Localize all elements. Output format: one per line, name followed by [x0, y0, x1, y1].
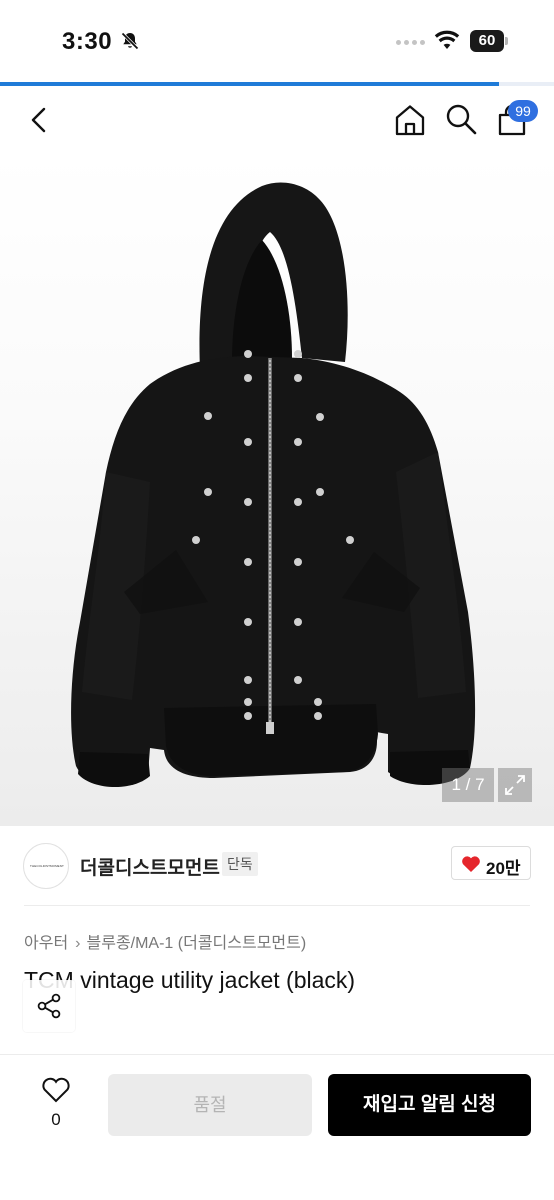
breadcrumb: 아우터 › 블루종/MA-1 (더콜디스트모먼트) [24, 929, 306, 953]
brand-logo[interactable]: THECOLDISTMOMENT [23, 843, 69, 889]
chevron-left-icon[interactable] [24, 104, 56, 136]
battery-icon: 60 [470, 30, 508, 52]
product-image-gallery[interactable]: 1 / 7 [0, 152, 554, 826]
signal-icon [396, 40, 425, 45]
cart-count-badge: 99 [508, 100, 538, 122]
bottom-action-bar: 0 품절 재입고 알림 신청 [0, 1054, 554, 1200]
share-button[interactable] [23, 980, 75, 1032]
brand-like-count: 20만 [486, 859, 521, 878]
wishlist-button[interactable]: 0 [32, 1077, 80, 1135]
status-time: 3:30 [62, 28, 113, 55]
search-icon[interactable] [444, 102, 478, 136]
bell-slash-icon [121, 32, 139, 50]
status-bar: 3:30 60 [0, 0, 554, 80]
home-icon[interactable] [392, 102, 428, 138]
soldout-button[interactable]: 품절 [108, 1074, 312, 1136]
breadcrumb-subcategory[interactable]: 블루종/MA-1 (더콜디스트모먼트) [87, 935, 307, 952]
page-load-progress [0, 82, 554, 86]
expand-icon[interactable] [498, 768, 532, 802]
jacket-photo [71, 182, 476, 788]
brand-row: THECOLDISTMOMENT 더콜디스트모먼트 단독 20만 [0, 826, 554, 906]
heart-outline-icon [42, 1077, 70, 1103]
exclusive-badge: 단독 [222, 852, 258, 876]
brand-logo-text: THECOLDISTMOMENT [30, 864, 64, 868]
chevron-right-icon: › [75, 935, 81, 952]
page-load-progress-fill [0, 82, 499, 86]
brand-name[interactable]: 더콜디스트모먼트 [80, 853, 220, 880]
breadcrumb-category[interactable]: 아우터 [24, 935, 68, 952]
share-icon [37, 993, 61, 1019]
battery-level: 60 [470, 30, 504, 52]
soldout-label: 품절 [193, 1095, 227, 1115]
heart-icon [462, 856, 480, 872]
nav-header: 99 [0, 88, 554, 152]
divider [24, 905, 530, 906]
image-page-indicator: 1 / 7 [442, 768, 494, 802]
restock-alert-button[interactable]: 재입고 알림 신청 [328, 1074, 531, 1136]
wishlist-count: 0 [51, 1110, 61, 1129]
wifi-icon [434, 30, 460, 49]
restock-alert-label: 재입고 알림 신청 [363, 1094, 496, 1115]
brand-like-button[interactable]: 20만 [451, 846, 531, 880]
